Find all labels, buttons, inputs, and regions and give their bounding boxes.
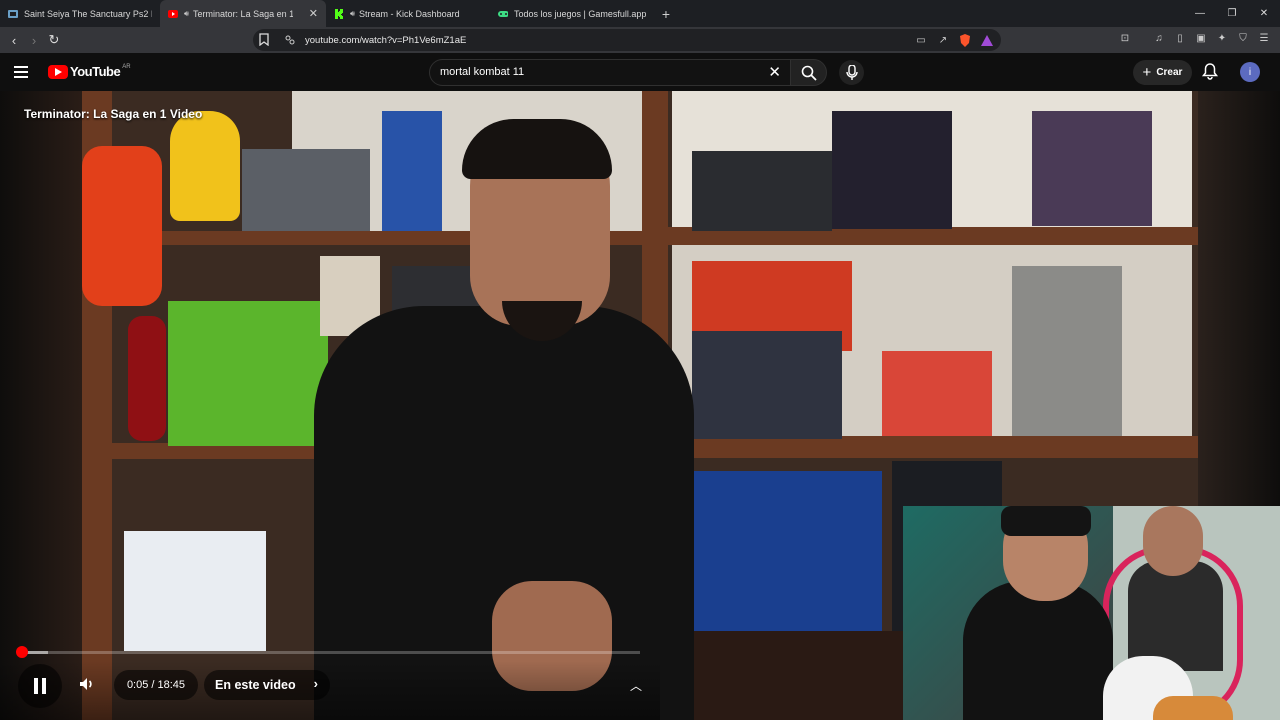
avatar[interactable]: i [1240,62,1260,82]
back-icon[interactable]: ‹ [4,30,24,50]
cast-icon[interactable]: ▭ [913,32,929,48]
browser-tab-kick[interactable]: 🔊︎ Stream - Kick Dashboard [326,0,490,27]
search-button[interactable] [790,59,827,86]
scrubber-handle[interactable] [16,646,28,658]
close-window-icon[interactable]: ✕ [1248,0,1280,27]
chevron-up-icon[interactable]: ︿ [630,677,650,693]
youtube-logo[interactable]: YouTube AR [48,64,131,79]
speaker-icon[interactable]: 🔊︎ [184,9,189,19]
minimize-icon[interactable]: ― [1184,0,1216,27]
youtube-icon [168,9,178,19]
webcam-overlay [903,506,1280,720]
chevron-right-icon: › [313,676,318,691]
video-blur-left [0,91,82,720]
address-bar[interactable]: youtube.com/watch?v=Ph1Ve6mZ1aE ▭ ↗ [253,29,1001,51]
sidebar-icon[interactable]: ▯ [1172,30,1188,46]
pause-icon [34,678,38,694]
browser-tab-youtube[interactable]: 🔊︎ Terminator: La Saga en 1 Video ✕ [160,0,326,27]
browser-toolbar: ‹ › ↻ youtube.com/watch?v=Ph1Ve6mZ1aE ▭ … [0,27,1280,53]
microphone-icon [845,64,858,80]
menu-icon[interactable]: ☰ [1256,30,1272,46]
screenshot-icon[interactable]: ⊡ [1117,30,1133,46]
site-info-icon[interactable] [284,33,296,51]
clear-search-icon[interactable]: ✕ [768,63,781,81]
video-player[interactable]: Terminator: La Saga en 1 Video 0:05 / 18… [0,91,1280,720]
youtube-header: YouTube AR mortal kombat 11 ✕ + Crear i [0,53,1280,91]
close-tab-icon[interactable]: ✕ [309,7,318,20]
video-title: Terminator: La Saga en 1 Video [24,107,203,121]
search-input[interactable]: mortal kombat 11 ✕ [429,59,792,86]
restore-icon[interactable]: ❐ [1216,0,1248,27]
ps2-icon [8,9,18,19]
music-icon[interactable]: ♫ [1151,30,1167,46]
time-display: 0:05 / 18:45 [114,670,198,700]
reload-icon[interactable]: ↻ [44,30,64,50]
url-text[interactable]: youtube.com/watch?v=Ph1Ve6mZ1aE [305,35,466,46]
volume-button[interactable] [78,675,102,695]
share-icon[interactable]: ↗ [935,32,951,48]
brave-shield-icon[interactable] [957,32,973,48]
search-icon [801,65,817,81]
notifications-bell-icon[interactable] [1201,62,1221,82]
forward-icon[interactable]: › [24,30,44,50]
youtube-play-icon [48,64,68,79]
leo-ai-icon[interactable]: ✦ [1214,30,1230,46]
volume-icon [80,678,92,690]
wallet-icon[interactable]: ▣ [1193,30,1209,46]
brave-rewards-icon[interactable] [979,32,995,48]
vpn-icon[interactable]: ⛉ [1235,30,1251,46]
search-query-text[interactable]: mortal kombat 11 [440,66,524,78]
pause-button[interactable] [18,664,62,708]
create-button[interactable]: + Crear [1133,60,1192,85]
new-tab-icon[interactable]: + [654,0,678,27]
hamburger-menu-icon[interactable] [14,63,34,81]
browser-tab-strip: Saint Seiya The Sanctuary Ps2 ISO (N 🔊︎ … [0,0,1280,27]
window-controls: ― ❐ ✕ [1184,0,1280,27]
plus-icon: + [1142,64,1152,81]
bookmark-icon[interactable] [259,33,269,51]
browser-tab-saint-seiya[interactable]: Saint Seiya The Sanctuary Ps2 ISO (N [0,0,160,27]
gamepad-icon [498,9,508,19]
chapters-button[interactable]: En este video › [204,670,330,700]
speaker-icon[interactable]: 🔊︎ [350,9,355,19]
kick-icon [334,8,344,19]
progress-bar[interactable] [22,651,640,654]
voice-search-button[interactable] [839,60,864,85]
country-code: AR [122,63,131,70]
browser-tab-gamesfull[interactable]: Todos los juegos | Gamesfull.app [490,0,654,27]
